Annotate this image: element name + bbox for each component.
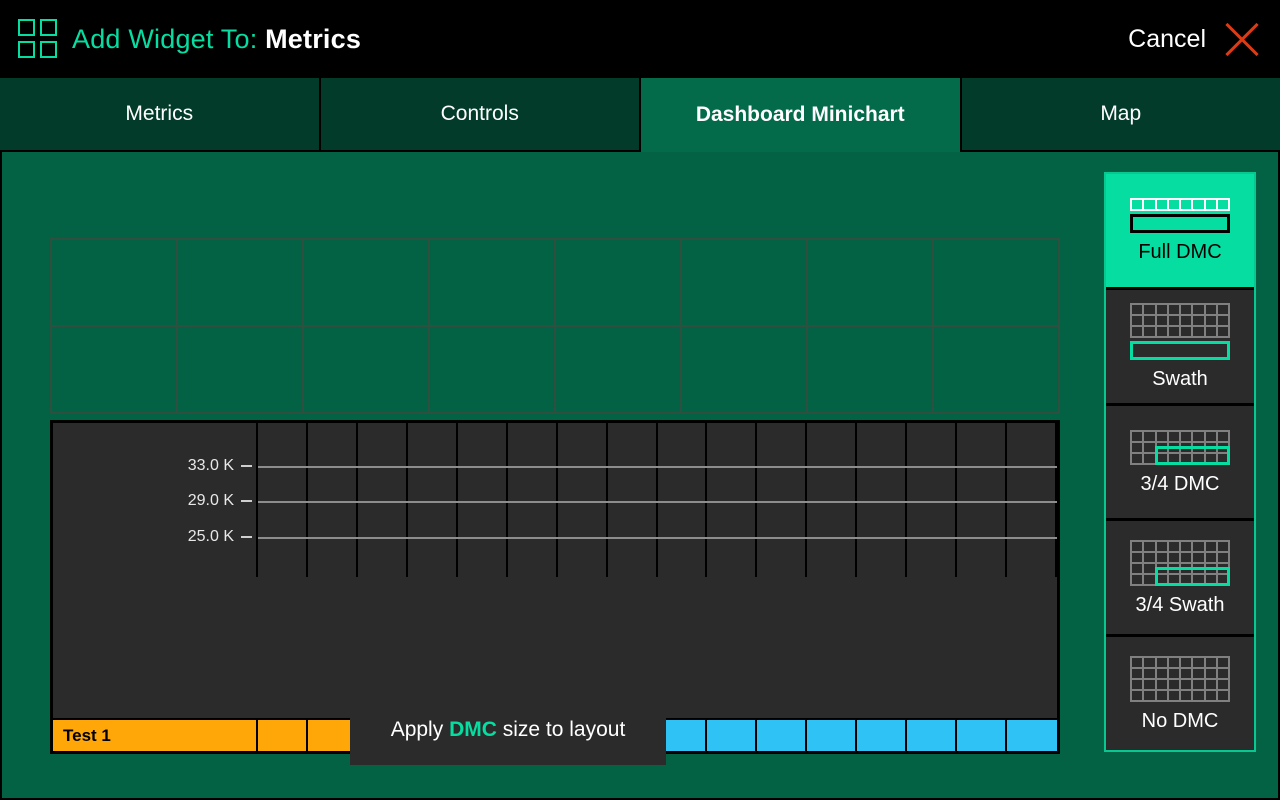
grid-2x2-icon xyxy=(18,19,58,59)
layout-cell xyxy=(556,240,682,327)
option-no-dmc[interactable]: No DMC xyxy=(1106,637,1254,750)
chart-status-cell-orange xyxy=(258,720,308,751)
chart-status-cell-cyan xyxy=(807,720,858,751)
chart-column xyxy=(358,423,408,577)
dmc-size-option-list: Full DMC Swath 3/4 DMC 3/4 Swath No DMC xyxy=(1104,172,1256,752)
cancel-button[interactable]: Cancel xyxy=(1128,25,1206,54)
chart-y-axis: 33.0 K 29.0 K 25.0 K xyxy=(53,423,258,577)
icon-bar xyxy=(1155,567,1230,587)
chart-gridline xyxy=(258,501,1057,503)
y-axis-tick-label: 29.0 K xyxy=(187,492,234,509)
chart-column xyxy=(957,423,1008,577)
y-axis-tick-mark xyxy=(241,465,252,467)
tab-bar: Metrics Controls Dashboard Minichart Map xyxy=(0,78,1280,152)
full-dmc-icon xyxy=(1130,198,1230,234)
icon-grid xyxy=(1130,656,1230,703)
tab-dashboard-minichart[interactable]: Dashboard Minichart xyxy=(641,78,960,152)
chart-column xyxy=(408,423,458,577)
chart-column xyxy=(907,423,958,577)
y-axis-tick-label: 33.0 K xyxy=(187,457,234,474)
chart-column xyxy=(258,423,308,577)
layout-cell xyxy=(52,327,178,414)
layout-cell xyxy=(808,327,934,414)
chart-column xyxy=(807,423,858,577)
chart-column xyxy=(707,423,758,577)
chart-grid-columns xyxy=(258,423,1057,577)
y-axis-tick-label: 25.0 K xyxy=(187,528,234,545)
layout-cell xyxy=(304,327,430,414)
option-label: Swath xyxy=(1152,368,1208,391)
dialog-header: Add Widget To: Metrics Cancel xyxy=(0,0,1280,78)
y-axis-tick: 33.0 K xyxy=(188,457,252,475)
add-widget-dialog: Add Widget To: Metrics Cancel Metrics Co… xyxy=(0,0,1280,800)
y-axis-tick: 29.0 K xyxy=(188,492,252,510)
apply-button-text-before: Apply xyxy=(390,718,450,741)
layout-cell xyxy=(304,240,430,327)
header-actions: Cancel xyxy=(1128,19,1262,59)
tab-map[interactable]: Map xyxy=(961,78,1280,150)
layout-cell xyxy=(178,327,304,414)
icon-grid xyxy=(1130,198,1230,212)
dialog-body: 33.0 K 29.0 K 25.0 K Test 1 Apply DMC si… xyxy=(0,152,1280,800)
apply-button-accent: DMC xyxy=(449,718,497,741)
option-label: 3/4 Swath xyxy=(1135,594,1225,617)
chart-plot-area: 33.0 K 29.0 K 25.0 K xyxy=(53,423,1057,577)
option-three-quarter-dmc[interactable]: 3/4 DMC xyxy=(1106,405,1254,522)
layout-preview-grid xyxy=(50,238,1060,414)
page-title: Add Widget To: Metrics xyxy=(72,24,361,55)
three-quarter-dmc-icon xyxy=(1130,429,1230,465)
chart-series-label: Test 1 xyxy=(53,720,258,751)
icon-bar xyxy=(1155,445,1230,465)
chart-column xyxy=(658,423,708,577)
page-title-prefix: Add Widget To: xyxy=(72,23,266,54)
chart-status-cell-cyan xyxy=(907,720,958,751)
page-title-target: Metrics xyxy=(265,23,362,54)
layout-cell xyxy=(430,327,556,414)
layout-cell xyxy=(556,327,682,414)
three-quarter-swath-icon xyxy=(1130,540,1230,587)
y-axis-tick-mark xyxy=(241,500,252,502)
layout-cell xyxy=(52,240,178,327)
chart-column xyxy=(308,423,358,577)
y-axis-tick: 25.0 K xyxy=(188,528,252,546)
layout-cell xyxy=(934,327,1060,414)
chart-gridline xyxy=(258,466,1057,468)
tab-controls[interactable]: Controls xyxy=(320,78,639,150)
no-dmc-icon xyxy=(1130,656,1230,703)
chart-status-cell-cyan xyxy=(857,720,908,751)
chart-column xyxy=(608,423,658,577)
chart-column xyxy=(757,423,808,577)
layout-cell xyxy=(808,240,934,327)
layout-cell xyxy=(430,240,556,327)
chart-status-cell-cyan xyxy=(757,720,808,751)
chart-column xyxy=(857,423,908,577)
layout-cell xyxy=(682,327,808,414)
chart-column xyxy=(1007,423,1057,577)
chart-status-cell-cyan xyxy=(957,720,1008,751)
chart-gridline xyxy=(258,537,1057,539)
option-three-quarter-swath[interactable]: 3/4 Swath xyxy=(1106,521,1254,638)
layout-cell xyxy=(934,240,1060,327)
option-label: Full DMC xyxy=(1138,241,1222,264)
option-swath[interactable]: Swath xyxy=(1106,289,1254,406)
y-axis-tick-mark xyxy=(241,536,252,538)
option-label: No DMC xyxy=(1141,710,1219,733)
icon-bar xyxy=(1130,341,1230,361)
chart-status-cell-cyan xyxy=(1007,720,1057,751)
option-label: 3/4 DMC xyxy=(1140,472,1220,495)
close-x-icon[interactable] xyxy=(1222,19,1262,59)
tab-metrics[interactable]: Metrics xyxy=(0,78,319,150)
icon-bar xyxy=(1130,214,1230,234)
option-full-dmc[interactable]: Full DMC xyxy=(1106,174,1254,290)
layout-cell xyxy=(682,240,808,327)
apply-dmc-size-button[interactable]: Apply DMC size to layout xyxy=(350,695,666,765)
icon-grid xyxy=(1130,303,1230,339)
chart-column xyxy=(508,423,558,577)
layout-cell xyxy=(178,240,304,327)
chart-status-cell-cyan xyxy=(707,720,758,751)
swath-icon xyxy=(1130,303,1230,361)
chart-column xyxy=(458,423,508,577)
apply-button-text-after: size to layout xyxy=(496,718,626,741)
chart-column xyxy=(558,423,608,577)
